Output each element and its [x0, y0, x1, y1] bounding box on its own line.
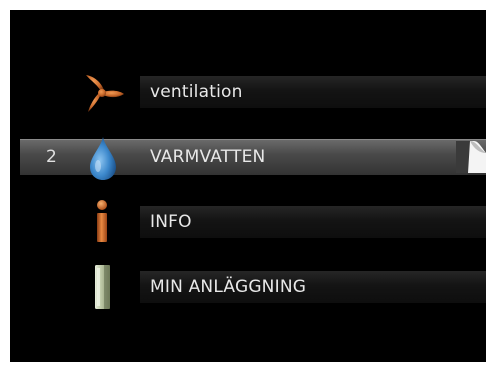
- page-curl-icon: [456, 141, 486, 173]
- menu-item-ventilation[interactable]: ventilation: [10, 74, 486, 112]
- menu-item-number: 2: [46, 147, 57, 167]
- menu-item-varmvatten[interactable]: 2 VARMVATTEN: [10, 137, 486, 180]
- menu-item-label: ventilation: [150, 82, 243, 102]
- menu-item-label: MIN ANLÄGGNING: [150, 277, 307, 297]
- menu-item-info[interactable]: INFO: [10, 200, 486, 242]
- menu-item-label: VARMVATTEN: [150, 147, 266, 167]
- menu-item-label: INFO: [150, 212, 192, 232]
- info-icon: [97, 200, 107, 242]
- installation-icon: [95, 265, 110, 309]
- menu-item-background: [140, 206, 486, 238]
- water-drop-icon: [90, 137, 116, 180]
- menu-screen: ventilation 2 VARMVATTEN INFO MIN ANLÄGG…: [10, 10, 486, 362]
- fan-icon: [86, 75, 124, 112]
- menu-item-min-anlaggning[interactable]: MIN ANLÄGGNING: [10, 265, 486, 309]
